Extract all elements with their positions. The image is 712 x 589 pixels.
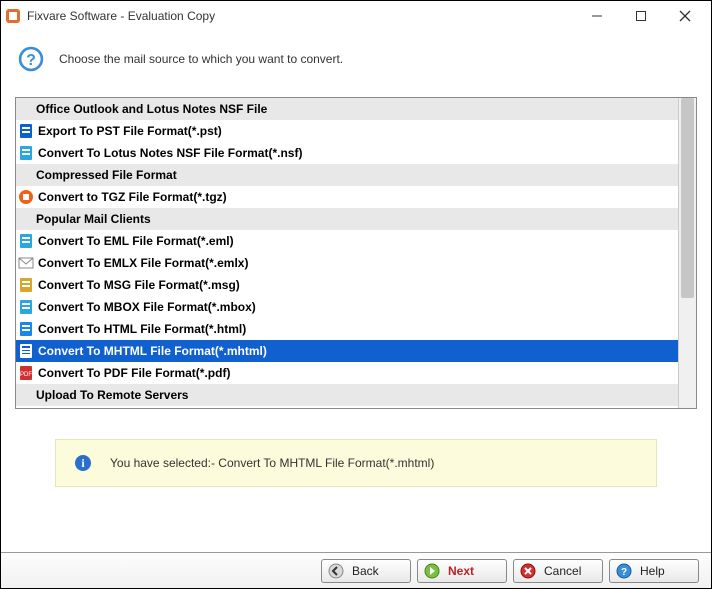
list-item[interactable]: Convert To HTML File Format(*.html) (16, 318, 678, 340)
list-item[interactable]: Export To PST File Format(*.pst) (16, 120, 678, 142)
tgz-icon (18, 189, 34, 205)
svg-text:PDF: PDF (20, 372, 32, 378)
scrollbar-thumb[interactable] (681, 98, 694, 298)
list-item[interactable]: Convert To EMLX File Format(*.emlx) (16, 252, 678, 274)
list-item[interactable]: Convert To MBOX File Format(*.mbox) (16, 296, 678, 318)
app-logo-icon (5, 8, 21, 24)
mhtml-icon (18, 343, 34, 359)
info-icon: i (74, 454, 92, 472)
list-item-label: Convert To MBOX File Format(*.mbox) (38, 300, 256, 314)
list-item-label: Compressed File Format (36, 168, 177, 182)
mbox-icon (18, 299, 34, 315)
question-icon: ? (17, 45, 45, 73)
list-item[interactable]: Convert To MHTML File Format(*.mhtml) (16, 340, 678, 362)
window-title: Fixvare Software - Evaluation Copy (27, 9, 215, 23)
help-label: Help (640, 564, 665, 578)
msg-icon (18, 277, 34, 293)
cancel-icon (520, 563, 536, 579)
pdf-icon: PDF (18, 365, 34, 381)
list-section-header: Compressed File Format (16, 164, 678, 186)
back-button[interactable]: Back (321, 559, 411, 583)
list-item-label: Export To PST File Format(*.pst) (38, 124, 222, 138)
format-list[interactable]: Office Outlook and Lotus Notes NSF File E… (16, 98, 678, 408)
list-item-label: Convert To Lotus Notes NSF File Format(*… (38, 146, 302, 160)
wizard-instruction: Choose the mail source to which you want… (59, 52, 343, 66)
list-item-label: Convert To EML File Format(*.eml) (38, 234, 234, 248)
next-arrow-icon (424, 563, 440, 579)
selection-status-box: i You have selected:- Convert To MHTML F… (55, 439, 657, 487)
cancel-label: Cancel (544, 564, 581, 578)
list-item-label: Convert To HTML File Format(*.html) (38, 322, 246, 336)
list-section-header: Office Outlook and Lotus Notes NSF File (16, 98, 678, 120)
list-item[interactable]: Convert to TGZ File Format(*.tgz) (16, 186, 678, 208)
svg-text:?: ? (621, 567, 627, 578)
wizard-footer: Back Next Cancel ? Help (1, 552, 711, 588)
list-item[interactable]: Convert To MSG File Format(*.msg) (16, 274, 678, 296)
help-button[interactable]: ? Help (609, 559, 699, 583)
list-item[interactable]: Convert To Lotus Notes NSF File Format(*… (16, 142, 678, 164)
cancel-button[interactable]: Cancel (513, 559, 603, 583)
list-item-label: Popular Mail Clients (36, 212, 151, 226)
list-item-label: Convert To MHTML File Format(*.mhtml) (38, 344, 267, 358)
maximize-button[interactable] (619, 2, 663, 30)
next-label: Next (448, 564, 474, 578)
back-arrow-icon (328, 563, 344, 579)
title-bar: Fixvare Software - Evaluation Copy (1, 1, 711, 31)
help-icon: ? (616, 563, 632, 579)
app-window: Fixvare Software - Evaluation Copy ? Cho… (0, 0, 712, 589)
html-icon (18, 321, 34, 337)
scrollbar[interactable] (678, 98, 696, 408)
lotus-icon (18, 145, 34, 161)
minimize-button[interactable] (575, 2, 619, 30)
outlook-icon (18, 123, 34, 139)
list-item-label: Convert To EMLX File Format(*.emlx) (38, 256, 248, 270)
list-item-label: Office Outlook and Lotus Notes NSF File (36, 102, 267, 116)
list-item-label: Upload To Remote Servers (36, 388, 188, 402)
back-label: Back (352, 564, 379, 578)
next-button[interactable]: Next (417, 559, 507, 583)
close-button[interactable] (663, 2, 707, 30)
list-item[interactable]: Convert To EML File Format(*.eml) (16, 230, 678, 252)
list-section-header: Popular Mail Clients (16, 208, 678, 230)
list-section-header: Upload To Remote Servers (16, 384, 678, 406)
list-item[interactable]: PDF Convert To PDF File Format(*.pdf) (16, 362, 678, 384)
list-item-label: Convert to TGZ File Format(*.tgz) (38, 190, 227, 204)
wizard-header: ? Choose the mail source to which you wa… (1, 31, 711, 87)
list-item-label: Convert To MSG File Format(*.msg) (38, 278, 240, 292)
eml-icon (18, 233, 34, 249)
format-list-container: Office Outlook and Lotus Notes NSF File E… (15, 97, 697, 409)
selection-status-text: You have selected:- Convert To MHTML Fil… (110, 456, 434, 470)
list-item-label: Convert To PDF File Format(*.pdf) (38, 366, 230, 380)
svg-text:?: ? (26, 52, 36, 69)
emlx-icon (18, 255, 34, 271)
content-area: Office Outlook and Lotus Notes NSF File E… (1, 87, 711, 552)
